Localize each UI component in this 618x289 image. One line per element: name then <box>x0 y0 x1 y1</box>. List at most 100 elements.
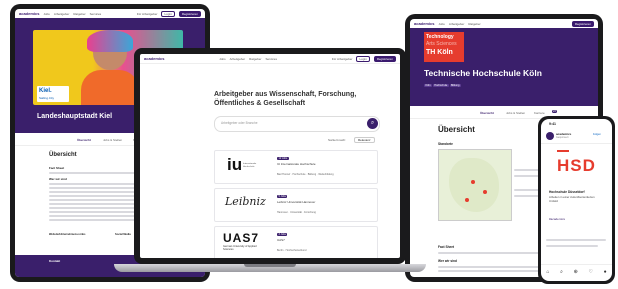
nav-item-services[interactable]: Services <box>90 12 102 16</box>
tag: Hochschule <box>292 173 306 176</box>
person-hair <box>87 30 133 52</box>
sort-label: Sortiert nach: <box>328 138 346 142</box>
employer-logo-box: Kiel. Sailing.City <box>37 86 69 102</box>
sort-select[interactable]: Relevanz <box>354 137 375 143</box>
top-nav: academics Jobs Arbeitgeber Ratgeber Serv… <box>140 54 400 64</box>
employer-hero: Technology Arts Sciences TH Köln Technis… <box>410 28 598 106</box>
post-avatar[interactable] <box>546 132 554 140</box>
nav-item-ratgeber[interactable]: Ratgeber <box>249 57 261 61</box>
logo-line-thkoeln: TH Köln <box>426 49 453 56</box>
standorte-label: Standorte <box>438 142 453 146</box>
employer-card[interactable]: iu Internationale Hochschule 12 Jobs IU … <box>214 150 378 184</box>
search-box[interactable]: Arbeitgeber oder Branche ⌕ <box>214 116 380 132</box>
employer-card[interactable]: Leibniz 5 Jobs Leibniz Universität Hanno… <box>214 188 378 222</box>
laptop-screen: academics Jobs Arbeitgeber Ratgeber Serv… <box>140 54 400 258</box>
bottom-tab-bar: ⌂ ⌕ ⊕ ♡ ● <box>541 264 612 279</box>
employer-link[interactable]: Für Arbeitgeber <box>332 57 353 61</box>
site-logo[interactable]: academics <box>19 11 39 16</box>
about-label: Wer wir sind <box>49 177 67 181</box>
post-hashtag[interactable]: #academics <box>549 217 565 221</box>
card-logo-sub: German University of Applied Sciences <box>223 245 257 251</box>
tag: Berlin <box>277 249 284 252</box>
card-employer-name: IU Internationale Hochschule <box>277 162 316 166</box>
card-tags: Bad Honnef · Hochschule · Bildung · Weit… <box>277 173 334 176</box>
tab-count-badge: 23 <box>552 110 557 113</box>
register-button[interactable]: Registrieren <box>373 55 396 62</box>
nav-item-ratgeber[interactable]: Ratgeber <box>73 12 85 16</box>
laptop-lid: academics Jobs Arbeitgeber Ratgeber Serv… <box>134 48 406 264</box>
fact-sheet-label: Fact Sheet <box>438 245 455 249</box>
login-button[interactable]: Login <box>161 10 175 17</box>
map-pin[interactable] <box>471 180 475 184</box>
card-logo-sub: Internationale Hochschule <box>243 163 257 168</box>
register-button[interactable]: Registrieren <box>571 20 594 27</box>
job-count-badge: 12 Jobs <box>277 157 289 160</box>
section-title: Übersicht <box>49 152 77 158</box>
nav-item-jobs[interactable]: Jobs <box>438 22 444 26</box>
search-input[interactable]: Arbeitgeber oder Branche <box>221 121 258 125</box>
tag: Bad Honnef <box>277 173 291 176</box>
phone-device: 9:41 academics Gesponsert Folgen HSD Hoc… <box>538 116 615 284</box>
about-label: Wer wir sind <box>438 259 457 263</box>
employer-link[interactable]: Für Arbeitgeber <box>137 12 158 16</box>
employer-badges: Köln Hochschule Bildung <box>424 84 461 87</box>
tag: Hannover <box>277 211 288 214</box>
card-tags: Hannover · Universität · Forschung <box>277 211 316 214</box>
hsd-logo: HSD <box>557 156 596 175</box>
search-icon: ⌕ <box>370 120 375 126</box>
logo-line-arts: Arts Sciences <box>426 41 457 47</box>
nav-item-ratgeber[interactable]: Ratgeber <box>468 22 480 26</box>
login-button[interactable]: Login <box>356 55 370 62</box>
nav-item-arbeitgeber[interactable]: Arbeitgeber <box>230 57 246 61</box>
fact-sheet-label: Fact Sheet <box>49 166 65 170</box>
badge: Hochschule <box>432 84 449 87</box>
page-headline: Arbeitgeber aus Wissenschaft, Forschung,… <box>214 91 357 107</box>
laptop-notch <box>244 264 296 267</box>
map-pin[interactable] <box>465 198 469 202</box>
site-logo[interactable]: academics <box>414 21 434 26</box>
search-icon[interactable]: ⌕ <box>560 269 563 275</box>
tab-uebersicht[interactable]: Übersicht <box>77 138 91 142</box>
card-employer-name: Leibniz Universität Hannover <box>277 200 316 204</box>
thkoeln-logo: Technology Arts Sciences TH Köln <box>424 32 464 62</box>
phone-screen: 9:41 academics Gesponsert Folgen HSD Hoc… <box>541 119 612 281</box>
tab-uebersicht[interactable]: Übersicht <box>480 111 494 115</box>
profile-icon[interactable]: ● <box>604 269 607 275</box>
person-body <box>81 70 139 105</box>
nav-item-services[interactable]: Services <box>265 57 277 61</box>
tag: Weiterbildung <box>318 173 334 176</box>
locations-map[interactable] <box>438 149 512 221</box>
site-logo[interactable]: academics <box>144 56 164 61</box>
tag: Hochschulverbund <box>285 249 307 252</box>
card-logo-uas7: UAS7 <box>223 231 260 245</box>
tab-jobs[interactable]: Jobs & Stellen <box>103 138 122 142</box>
badge: Köln <box>424 84 433 87</box>
post-caption: Arbeiten in einer zukunftsorientierten U… <box>549 195 595 203</box>
tag: Forschung <box>304 211 316 214</box>
card-logo-iu: iu <box>227 155 243 174</box>
status-time: 9:41 <box>549 122 557 126</box>
employer-card[interactable]: UAS7 German University of Applied Scienc… <box>214 226 378 258</box>
website-label: Website/Unternehmens-Links <box>49 233 86 236</box>
follow-button[interactable]: Folgen <box>593 133 601 136</box>
home-icon[interactable]: ⌂ <box>546 269 549 275</box>
nav-item-arbeitgeber[interactable]: Arbeitgeber <box>449 22 465 26</box>
post-account-sub: Gesponsert <box>556 136 569 139</box>
accent-bar <box>557 150 569 152</box>
nav-item-arbeitgeber[interactable]: Arbeitgeber <box>54 12 70 16</box>
tab-karriere[interactable]: Karriere <box>534 111 545 115</box>
kiel-logo-sub: Sailing.City <box>39 96 55 100</box>
logo-line-technology: Technology <box>426 34 454 40</box>
nav-item-jobs[interactable]: Jobs <box>219 57 225 61</box>
register-button[interactable]: Registrieren <box>178 10 201 17</box>
heart-icon[interactable]: ♡ <box>588 269 592 275</box>
map-pin[interactable] <box>483 190 487 194</box>
tab-jobs[interactable]: Jobs & Stellen <box>506 111 525 115</box>
kiel-logo-text: Kiel. <box>39 88 52 94</box>
card-logo-leibniz: Leibniz <box>225 195 266 208</box>
search-button[interactable]: ⌕ <box>367 118 378 129</box>
tag: Bildung <box>307 173 317 176</box>
nav-item-jobs[interactable]: Jobs <box>43 12 49 16</box>
add-icon[interactable]: ⊕ <box>574 269 578 275</box>
social-label: Social Media <box>115 233 131 236</box>
